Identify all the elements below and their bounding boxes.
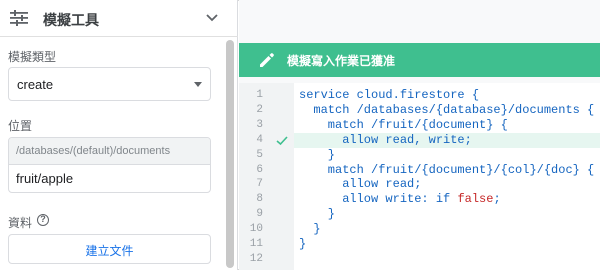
rules-editor[interactable]: 1 service cloud.firestore {2 match /datab… bbox=[239, 83, 600, 270]
line-number: 6 bbox=[256, 163, 263, 176]
code-token: match /fruit/{document} { bbox=[299, 117, 508, 132]
result-message: 模擬寫入作業已獲准 bbox=[287, 54, 396, 68]
code-line: 3 match /fruit/{document} { bbox=[239, 118, 600, 133]
code-line: 7 allow read; bbox=[239, 177, 600, 192]
location-field[interactable]: /databases/(default)/documents fruit/app… bbox=[8, 137, 211, 193]
dropdown-arrow-icon bbox=[194, 82, 202, 87]
code-line: 10 } bbox=[239, 222, 600, 237]
line-number: 1 bbox=[256, 89, 263, 101]
code-text: } bbox=[294, 237, 600, 252]
line-number: 7 bbox=[256, 178, 263, 191]
code-token: false bbox=[457, 192, 494, 207]
code-line: 9 } bbox=[239, 207, 600, 222]
line-number: 4 bbox=[256, 133, 263, 146]
location-prefix-text: /databases/(default)/documents bbox=[16, 145, 171, 157]
line-number: 5 bbox=[256, 148, 263, 161]
pencil-icon bbox=[260, 53, 274, 67]
result-banner: 模擬寫入作業已獲准 bbox=[239, 43, 600, 77]
code-token: } bbox=[299, 237, 307, 251]
code-text: match /fruit/{document}/{col}/{doc} { bbox=[294, 163, 600, 178]
code-token: allow read, write; bbox=[299, 132, 472, 147]
location-input[interactable]: fruit/apple bbox=[16, 171, 73, 186]
code-line: 5 } bbox=[239, 148, 600, 163]
line-number: 12 bbox=[249, 252, 263, 265]
code-text: match /databases/{database}/documents { bbox=[294, 103, 600, 118]
data-label: 資料 bbox=[8, 216, 33, 230]
create-document-button[interactable]: 建立文件 bbox=[8, 234, 211, 264]
line-number: 9 bbox=[256, 208, 263, 221]
simulator-header: 模擬工具 bbox=[0, 0, 238, 37]
simulator-title: 模擬工具 bbox=[43, 13, 99, 29]
simulation-type-label: 模擬類型 bbox=[8, 50, 57, 64]
code-line: 12 bbox=[239, 252, 600, 267]
code-line: 8 allow write: if false; bbox=[239, 192, 600, 207]
location-prefix: /databases/(default)/documents bbox=[9, 138, 210, 165]
code-text: } bbox=[294, 148, 600, 163]
code-token: } bbox=[299, 222, 321, 237]
tune-icon bbox=[10, 10, 28, 26]
code-token: allow read; bbox=[299, 177, 422, 192]
simulation-type-select[interactable]: create bbox=[8, 67, 211, 101]
code-line: 6 match /fruit/{document}/{col}/{doc} { bbox=[239, 163, 600, 178]
code-text: allow read, write; bbox=[294, 132, 600, 148]
code-token: service cloud.firestore { bbox=[299, 88, 480, 102]
line-number: 8 bbox=[256, 193, 263, 206]
create-document-label: 建立文件 bbox=[85, 244, 134, 258]
line-number: 2 bbox=[256, 103, 263, 116]
code-token: ; bbox=[493, 192, 501, 207]
code-line: 4 allow read, write; bbox=[239, 132, 600, 148]
code-line: 2 match /databases/{database}/documents … bbox=[239, 103, 600, 118]
simulation-type-value: create bbox=[17, 77, 54, 92]
code-token: match /fruit/{document}/{col}/{doc} { bbox=[299, 162, 595, 177]
code-token: } bbox=[299, 147, 336, 162]
code-text: service cloud.firestore { bbox=[294, 88, 600, 103]
code-text: allow read; bbox=[294, 177, 600, 192]
code-token: match /databases/{database}/documents { bbox=[299, 102, 595, 117]
code-token: } bbox=[299, 207, 336, 222]
help-icon[interactable]: ? bbox=[37, 214, 49, 226]
code-text: } bbox=[294, 207, 600, 222]
line-number: 10 bbox=[249, 223, 263, 236]
code-line: 11} bbox=[239, 237, 600, 252]
simulator-panel: 模擬工具 模擬類型 create 位置 /databases/(default)… bbox=[0, 0, 238, 270]
chevron-down-icon[interactable] bbox=[205, 12, 219, 24]
scrollbar[interactable] bbox=[226, 40, 234, 268]
code-text: match /fruit/{document} { bbox=[294, 118, 600, 133]
check-icon bbox=[276, 136, 288, 145]
code-token: allow write: if bbox=[299, 192, 458, 207]
location-label: 位置 bbox=[8, 119, 33, 133]
line-number: 11 bbox=[249, 238, 263, 250]
code-text: allow write: if false; bbox=[294, 192, 600, 207]
code-text: } bbox=[294, 222, 600, 237]
code-line: 1 service cloud.firestore { bbox=[239, 88, 600, 103]
line-number: 3 bbox=[256, 118, 263, 131]
